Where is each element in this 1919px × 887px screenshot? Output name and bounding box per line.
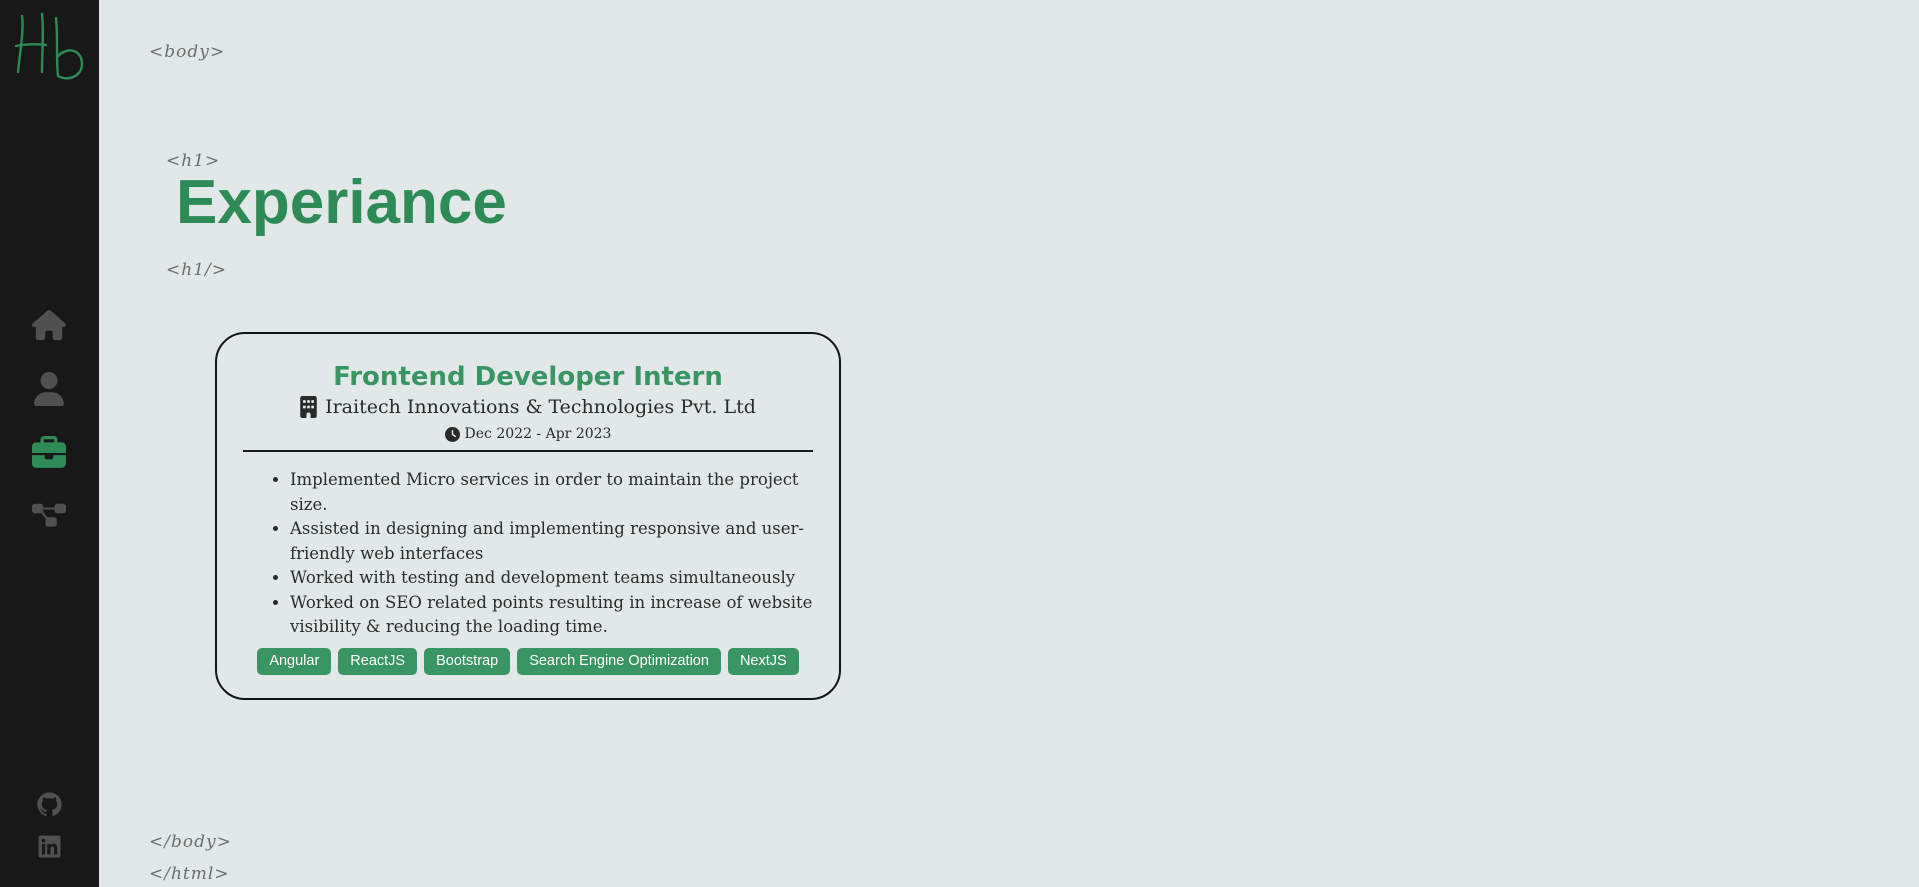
company-line: Iraitech Innovations & Technologies Pvt.…: [217, 396, 839, 418]
list-item: Worked on SEO related points resulting i…: [290, 591, 830, 640]
logo-mark: [14, 12, 84, 80]
body-close-tag: </body>: [149, 832, 232, 852]
company-name: Iraitech Innovations & Technologies Pvt.…: [325, 396, 756, 418]
sitemap-icon: [32, 503, 66, 527]
experience-card: Frontend Developer Intern Iraitech Innov…: [215, 332, 841, 700]
list-item: Worked with testing and development team…: [290, 566, 830, 591]
skill-badge-seo: Search Engine Optimization: [517, 648, 721, 675]
body-open-tag: <body>: [149, 42, 226, 62]
nav-experience[interactable]: [32, 436, 66, 470]
briefcase-icon: [32, 436, 66, 468]
linkedin-link[interactable]: [37, 834, 62, 859]
skill-badge-bootstrap: Bootstrap: [424, 648, 511, 675]
duties-list: Implemented Micro services in order to m…: [247, 468, 830, 640]
divider: [243, 450, 813, 452]
logo[interactable]: [12, 6, 90, 84]
job-title: Frontend Developer Intern: [333, 362, 723, 392]
html-close-tag: </html>: [149, 864, 230, 884]
list-item: Assisted in designing and implementing r…: [290, 517, 830, 566]
page-title: Experiance: [176, 168, 507, 237]
sidebar: [0, 0, 99, 887]
skill-badge-reactjs: ReactJS: [338, 648, 418, 675]
skill-tags: Angular ReactJS Bootstrap Search Engine …: [217, 648, 839, 675]
skill-badge-nextjs: NextJS: [727, 648, 799, 675]
user-icon: [34, 372, 64, 406]
skill-badge-angular: Angular: [257, 648, 332, 675]
linkedin-icon: [38, 835, 61, 858]
nav-home[interactable]: [32, 308, 66, 342]
h1-close-tag: <h1/>: [166, 260, 227, 280]
home-icon: [32, 309, 66, 341]
nav-projects[interactable]: [32, 500, 66, 534]
date-line: Dec 2022 - Apr 2023: [217, 426, 839, 442]
list-item: Implemented Micro services in order to m…: [290, 468, 830, 517]
nav-about[interactable]: [32, 372, 66, 406]
employment-dates: Dec 2022 - Apr 2023: [464, 426, 612, 442]
github-icon: [37, 792, 62, 817]
building-icon: [300, 396, 317, 418]
github-link[interactable]: [37, 792, 62, 817]
clock-icon: [444, 426, 460, 442]
